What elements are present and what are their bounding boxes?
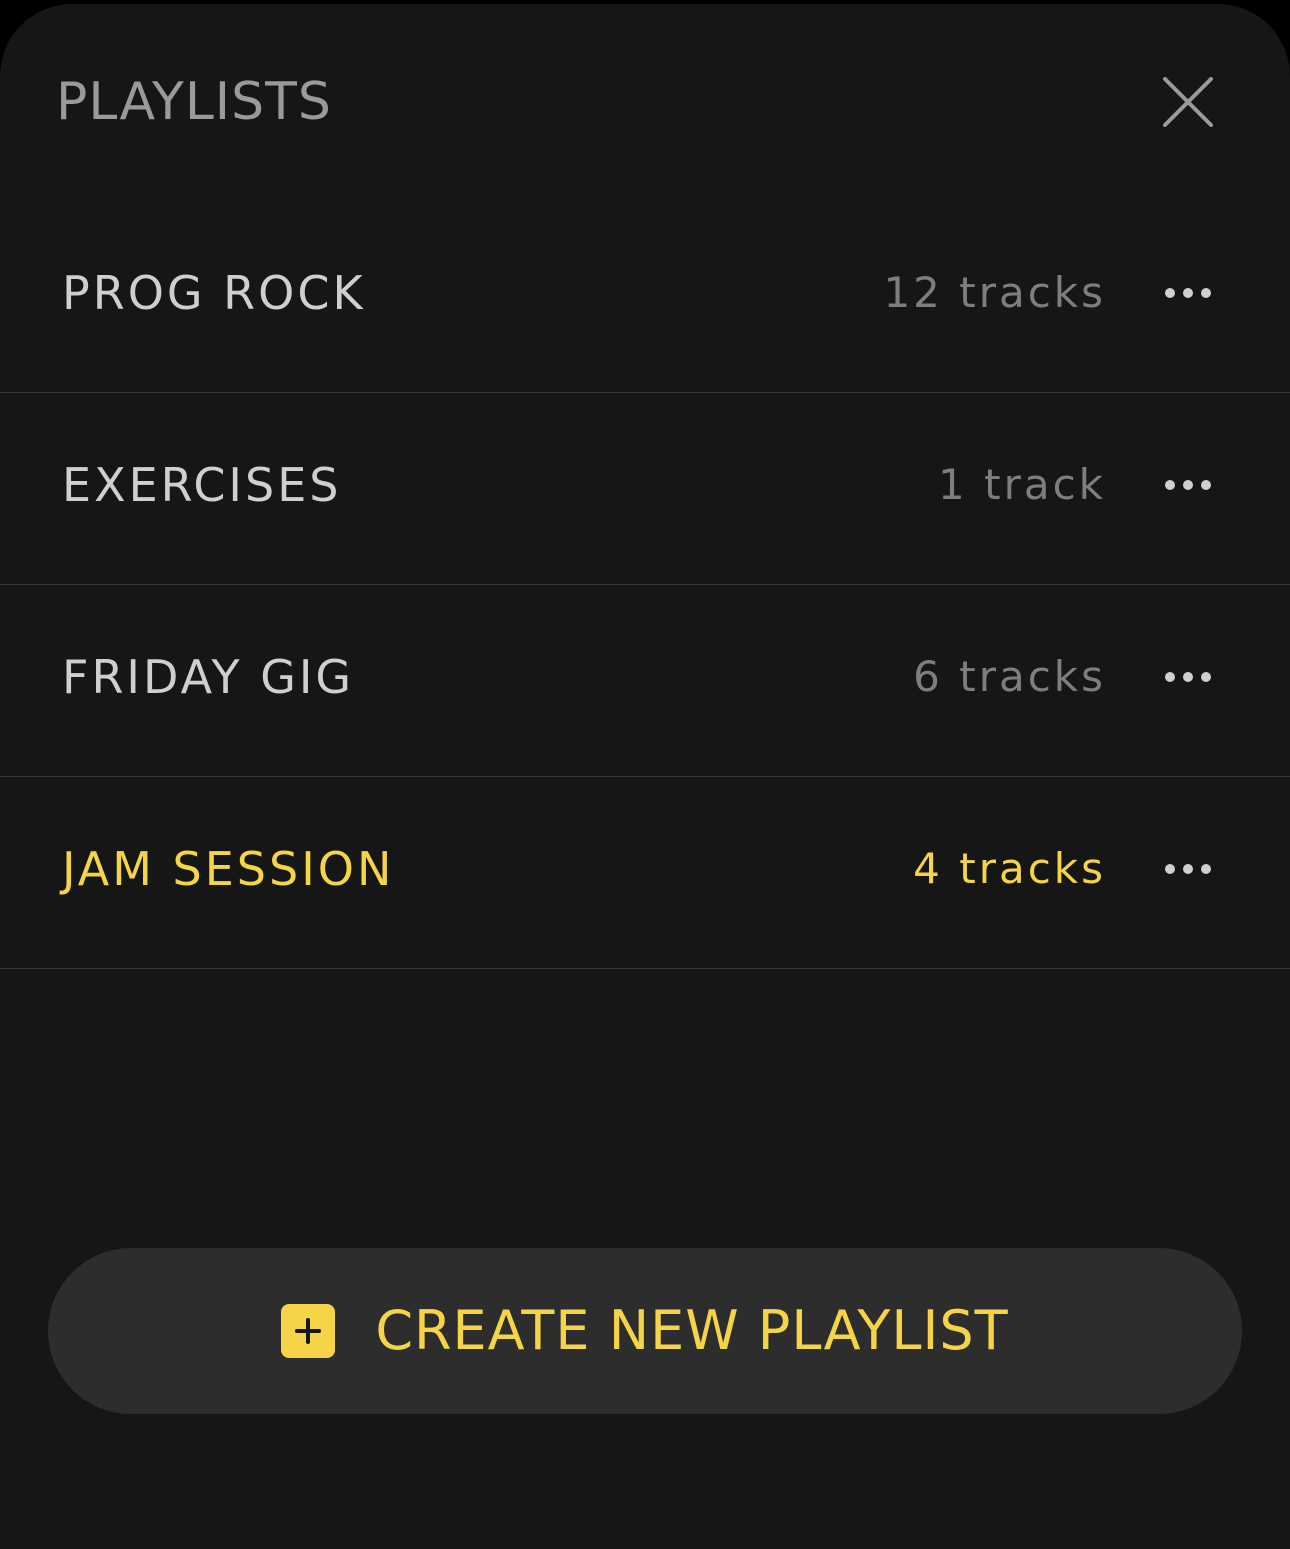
close-button[interactable]: [1150, 64, 1226, 140]
more-options-button[interactable]: [1150, 839, 1226, 899]
playlist-row-exercises[interactable]: EXERCISES 1 track: [0, 393, 1290, 585]
playlist-name: JAM SESSION: [62, 842, 395, 896]
playlist-name: PROG ROCK: [62, 266, 366, 320]
playlist-list: PROG ROCK 12 tracks EXERCISES 1 track FR…: [0, 201, 1290, 969]
create-playlist-button[interactable]: CREATE NEW PLAYLIST: [48, 1248, 1242, 1414]
create-playlist-label: CREATE NEW PLAYLIST: [375, 1299, 1009, 1362]
more-options-button[interactable]: [1150, 647, 1226, 707]
track-count: 1 track: [938, 460, 1106, 509]
track-count: 12 tracks: [883, 268, 1106, 317]
more-horizontal-icon: [1165, 480, 1175, 490]
track-count: 4 tracks: [913, 844, 1106, 893]
playlist-name: FRIDAY GIG: [62, 650, 355, 704]
track-count: 6 tracks: [913, 652, 1106, 701]
more-options-button[interactable]: [1150, 263, 1226, 323]
playlists-sheet: PLAYLISTS PROG ROCK 12 tracks EXERCISES …: [0, 4, 1290, 1549]
plus-square-icon: [281, 1304, 336, 1358]
more-horizontal-icon: [1165, 288, 1175, 298]
playlist-row-prog-rock[interactable]: PROG ROCK 12 tracks: [0, 201, 1290, 393]
more-options-button[interactable]: [1150, 455, 1226, 515]
playlist-name: EXERCISES: [62, 458, 342, 512]
playlist-row-friday-gig[interactable]: FRIDAY GIG 6 tracks: [0, 585, 1290, 777]
more-horizontal-icon: [1165, 864, 1175, 874]
playlist-row-jam-session[interactable]: JAM SESSION 4 tracks: [0, 777, 1290, 969]
close-icon: [1163, 77, 1213, 127]
page-title: PLAYLISTS: [56, 72, 332, 132]
more-horizontal-icon: [1165, 672, 1175, 682]
